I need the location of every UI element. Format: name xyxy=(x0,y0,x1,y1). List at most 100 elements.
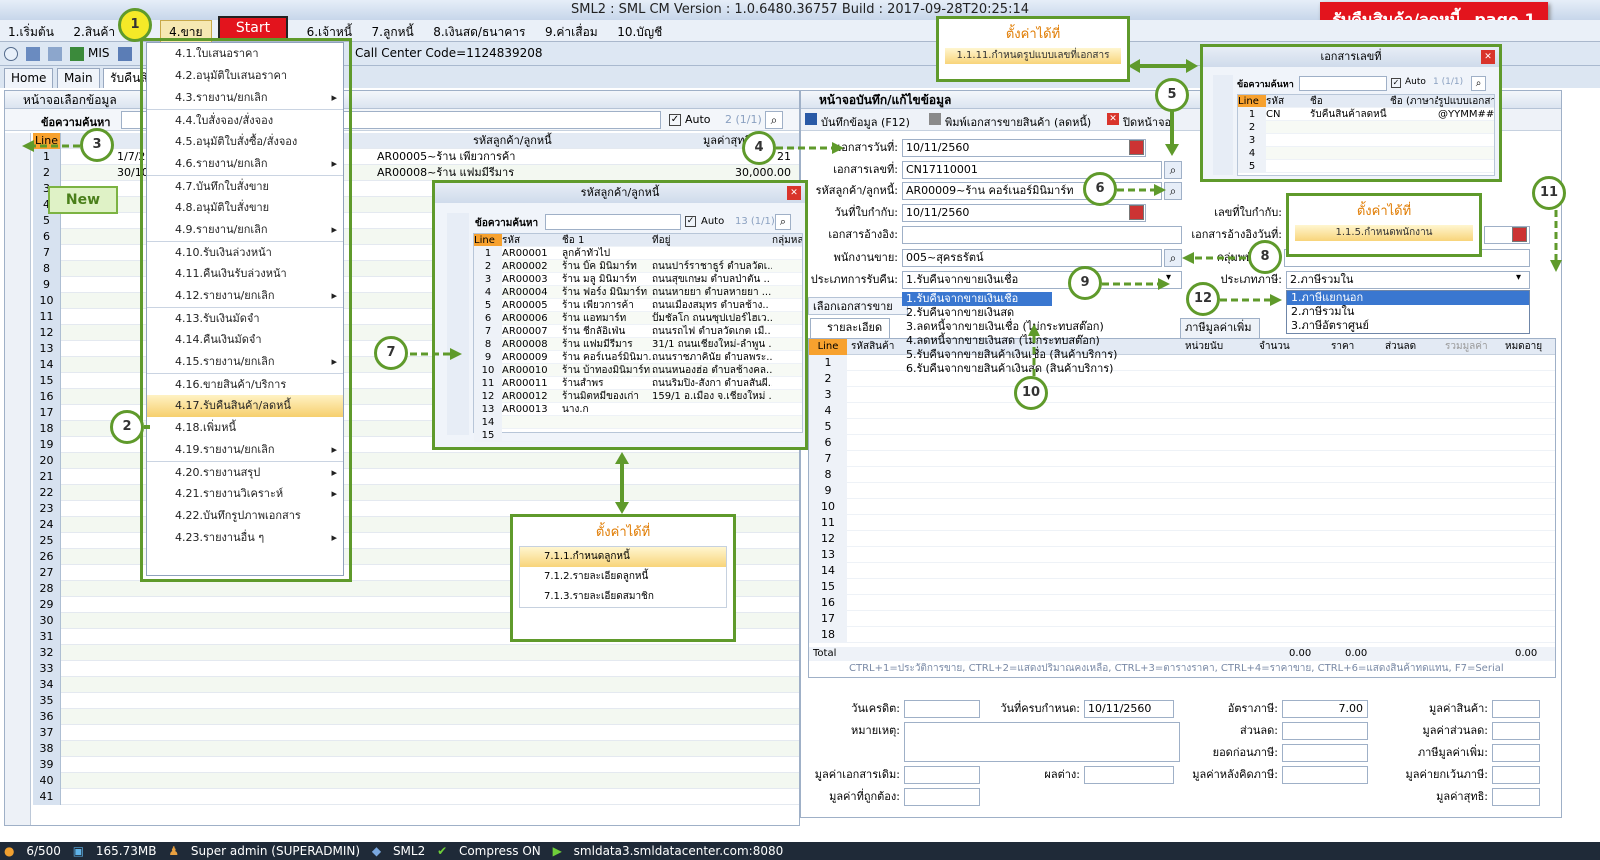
detail-row[interactable]: 6 xyxy=(809,435,1555,451)
menu-item[interactable]: 4.8.อนุมัติใบสั่งขาย xyxy=(147,197,343,219)
menu-item[interactable]: 4.3.รายงาน/ยกเลิก ▸ xyxy=(147,87,343,109)
menu-item[interactable]: 4.17.รับคืนสินค้า/ลดหนี้ xyxy=(147,395,343,417)
detail-row[interactable]: 8 xyxy=(809,467,1555,483)
menu-item[interactable]: 4.9.รายงาน/ยกเลิก ▸ xyxy=(147,219,343,241)
vat-value-input[interactable] xyxy=(1492,744,1540,762)
start-button[interactable]: Start xyxy=(218,16,288,40)
setting-customer-2[interactable]: 7.1.2.รายละเอียดลูกหนี้ xyxy=(520,567,726,587)
calendar-icon[interactable] xyxy=(1129,140,1144,155)
detail-row[interactable]: 7 xyxy=(809,451,1555,467)
table-row[interactable]: 40 xyxy=(33,773,799,789)
chart-icon[interactable] xyxy=(70,47,84,61)
save-button[interactable]: บันทึกข้อมูล (F12) xyxy=(821,113,910,131)
table-row[interactable]: 2 xyxy=(1238,121,1494,134)
detail-row[interactable]: 18 xyxy=(809,627,1555,643)
table-row[interactable]: 10 AR00010 ร้าน บ้าทองมินิมาร์ท ถนนหนองฮ่อ … xyxy=(474,364,802,377)
table-row[interactable]: 33 xyxy=(33,661,799,677)
detail-row[interactable]: 3 xyxy=(809,387,1555,403)
table-row[interactable]: 1 AR00001 ลูกค้าทั่วไป xyxy=(474,247,802,260)
table-row[interactable]: 15 xyxy=(474,429,802,442)
close-icon[interactable]: ✕ xyxy=(1107,113,1119,125)
menu-item[interactable]: 4.7.บันทึกใบสั่งขาย xyxy=(147,175,343,197)
menu-item[interactable]: 4.19.รายงาน/ยกเลิก ▸ xyxy=(147,439,343,461)
menu-item[interactable]: 4.15.รายงาน/ยกเลิก ▸ xyxy=(147,351,343,373)
diff-input[interactable] xyxy=(1084,766,1174,784)
table-row[interactable]: 3 xyxy=(1238,134,1494,147)
customer-popup-search-icon[interactable]: ⌕ xyxy=(775,214,791,230)
customer-popup-search-input[interactable] xyxy=(545,214,681,230)
doc-popup-search-input[interactable] xyxy=(1299,76,1387,91)
customer-popup-auto-checkbox[interactable]: ✓ xyxy=(685,216,696,227)
doc-no-input[interactable]: CN17110001 xyxy=(902,161,1162,179)
auto-checkbox[interactable]: ✓ xyxy=(669,114,681,126)
table-row[interactable]: 2 AR00002 ร้าน บิ๊ค มินิมาร์ท ถนนปาร์ราชาธู… xyxy=(474,260,802,273)
table-row[interactable]: 32 xyxy=(33,645,799,661)
detail-row[interactable]: 4 xyxy=(809,403,1555,419)
before-tax-input[interactable] xyxy=(1282,744,1368,762)
doc-date-input[interactable]: 10/11/2560 xyxy=(902,139,1146,157)
setting-customer-1[interactable]: 7.1.1.กำหนดลูกหนี้ xyxy=(520,547,726,567)
vat-type-option[interactable]: 2.ภาษีรวมใน xyxy=(1287,305,1529,319)
discount-input[interactable] xyxy=(1282,722,1368,740)
toolbar-icon-3[interactable] xyxy=(48,47,62,61)
table-row[interactable]: 36 xyxy=(33,709,799,725)
doc-no-search-icon[interactable]: ⌕ xyxy=(1164,161,1182,179)
return-type-option[interactable]: 2.รับคืนจากขายเงินสด xyxy=(902,306,1182,320)
menu-item[interactable]: 4.20.รายงานสรุป ▸ xyxy=(147,461,343,483)
table-row[interactable]: 34 xyxy=(33,677,799,693)
menu-product[interactable]: 2.สินค้า xyxy=(65,21,123,43)
tax-rate-input[interactable]: 7.00 xyxy=(1282,700,1368,718)
toolbar-icon-4[interactable] xyxy=(118,47,132,61)
menu-item[interactable]: 4.23.รายงานอื่น ๆ ▸ xyxy=(147,527,343,549)
menu-cash-bank[interactable]: 8.เงินสด/ธนาคาร xyxy=(425,21,533,43)
table-row[interactable]: 11 AR00011 ร้านสำพร ถนนริมปิง-สังกา ตำบลสัน… xyxy=(474,377,802,390)
doc-popup-auto-checkbox[interactable]: ✓ xyxy=(1391,78,1401,88)
close-icon[interactable]: ✕ xyxy=(787,186,801,200)
due-date-input[interactable]: 10/11/2560 xyxy=(1084,700,1174,718)
setting-customer-3[interactable]: 7.1.3.รายละเอียดสมาชิก xyxy=(520,587,726,607)
return-type-option[interactable]: 6.รับคืนจากขายสินค้าเงินสด (สินค้าบริการ… xyxy=(902,362,1182,376)
goods-value-input[interactable] xyxy=(1492,700,1540,718)
vat-type-select[interactable]: 2.ภาษีรวมใน xyxy=(1286,271,1530,289)
table-row[interactable]: 1CN รับคืนสินค้าลดหนี้ @YYMM#### xyxy=(1238,108,1494,121)
table-row[interactable]: 9 AR00009 ร้าน คอร์เนอร์มินิมา..ถนนราชภาคิ… xyxy=(474,351,802,364)
tax-date-calendar-icon[interactable] xyxy=(1129,205,1144,220)
exempt-input[interactable] xyxy=(1492,766,1540,784)
tab-vat[interactable]: ภาษีมูลค่าเพิ่ม xyxy=(1180,318,1260,338)
toolbar-icon-1[interactable] xyxy=(4,47,18,61)
return-type-option[interactable]: 4.ลดหนี้จากขายเงินสด (ไม่กระทบสต๊อก) xyxy=(902,334,1182,348)
orig-doc-input[interactable] xyxy=(904,766,980,784)
detail-row[interactable]: 5 xyxy=(809,419,1555,435)
detail-row[interactable]: 12 xyxy=(809,531,1555,547)
table-row[interactable]: 3 AR00003 ร้าน มลู มินิมาร์ท ถนนสุขเกษม ตำบ… xyxy=(474,273,802,286)
table-row[interactable]: 6 AR00006 ร้าน แอทมาร์ท ปั๊มชัลโก ถนนซุปเปอ… xyxy=(474,312,802,325)
setting-employee[interactable]: 1.1.5.กำหนดพนักงาน xyxy=(1295,225,1473,241)
search-icon[interactable]: ⌕ xyxy=(765,111,783,129)
table-row[interactable]: 35 xyxy=(33,693,799,709)
detail-row[interactable]: 17 xyxy=(809,611,1555,627)
table-row[interactable]: 13 AR00013 นาง.ก xyxy=(474,403,802,416)
table-row[interactable]: 39 xyxy=(33,757,799,773)
close-button[interactable]: ปิดหน้าจอ xyxy=(1123,113,1171,131)
tab-home[interactable]: Home xyxy=(4,68,54,88)
tab-main[interactable]: Main xyxy=(56,68,100,88)
after-tax-input[interactable] xyxy=(1282,766,1368,784)
menu-receivable[interactable]: 7.ลูกหนี้ xyxy=(364,21,422,43)
table-row[interactable]: 7 AR00007 ร้าน ชีกลัอิเฟ่น ถนนรถไฟ ตำบลวัดเ… xyxy=(474,325,802,338)
vat-chevron-down-icon[interactable]: ▾ xyxy=(1516,272,1521,283)
select-sale-doc-button[interactable]: เลือกเอกสารขาย xyxy=(808,297,908,315)
return-type-select[interactable]: 1.รับคืนจากขายเงินเชื่อ xyxy=(902,271,1182,289)
table-row[interactable]: 12 AR00012 ร้านมิตหมีของเก่า 159/1 อ.เมือง … xyxy=(474,390,802,403)
table-row[interactable]: 4 xyxy=(1238,147,1494,160)
tax-date-input[interactable]: 10/11/2560 xyxy=(902,204,1146,222)
menu-item[interactable]: 4.5.อนุมัติใบสั่งซื้อ/สั่งจอง xyxy=(147,131,343,153)
note-textarea[interactable] xyxy=(904,722,1180,762)
detail-row[interactable]: 14 xyxy=(809,563,1555,579)
table-row[interactable]: 14 xyxy=(474,416,802,429)
table-row[interactable]: 41 xyxy=(33,789,799,805)
ref-date-calendar-icon[interactable] xyxy=(1512,227,1527,242)
doc-popup-search-icon[interactable]: ⌕ xyxy=(1471,76,1486,91)
menu-item[interactable]: 4.18.เพิ่มหนี้ xyxy=(147,417,343,439)
close-icon[interactable]: ✕ xyxy=(1481,50,1495,64)
menu-item[interactable]: 4.21.รายงานวิเคราะห์ ▸ xyxy=(147,483,343,505)
